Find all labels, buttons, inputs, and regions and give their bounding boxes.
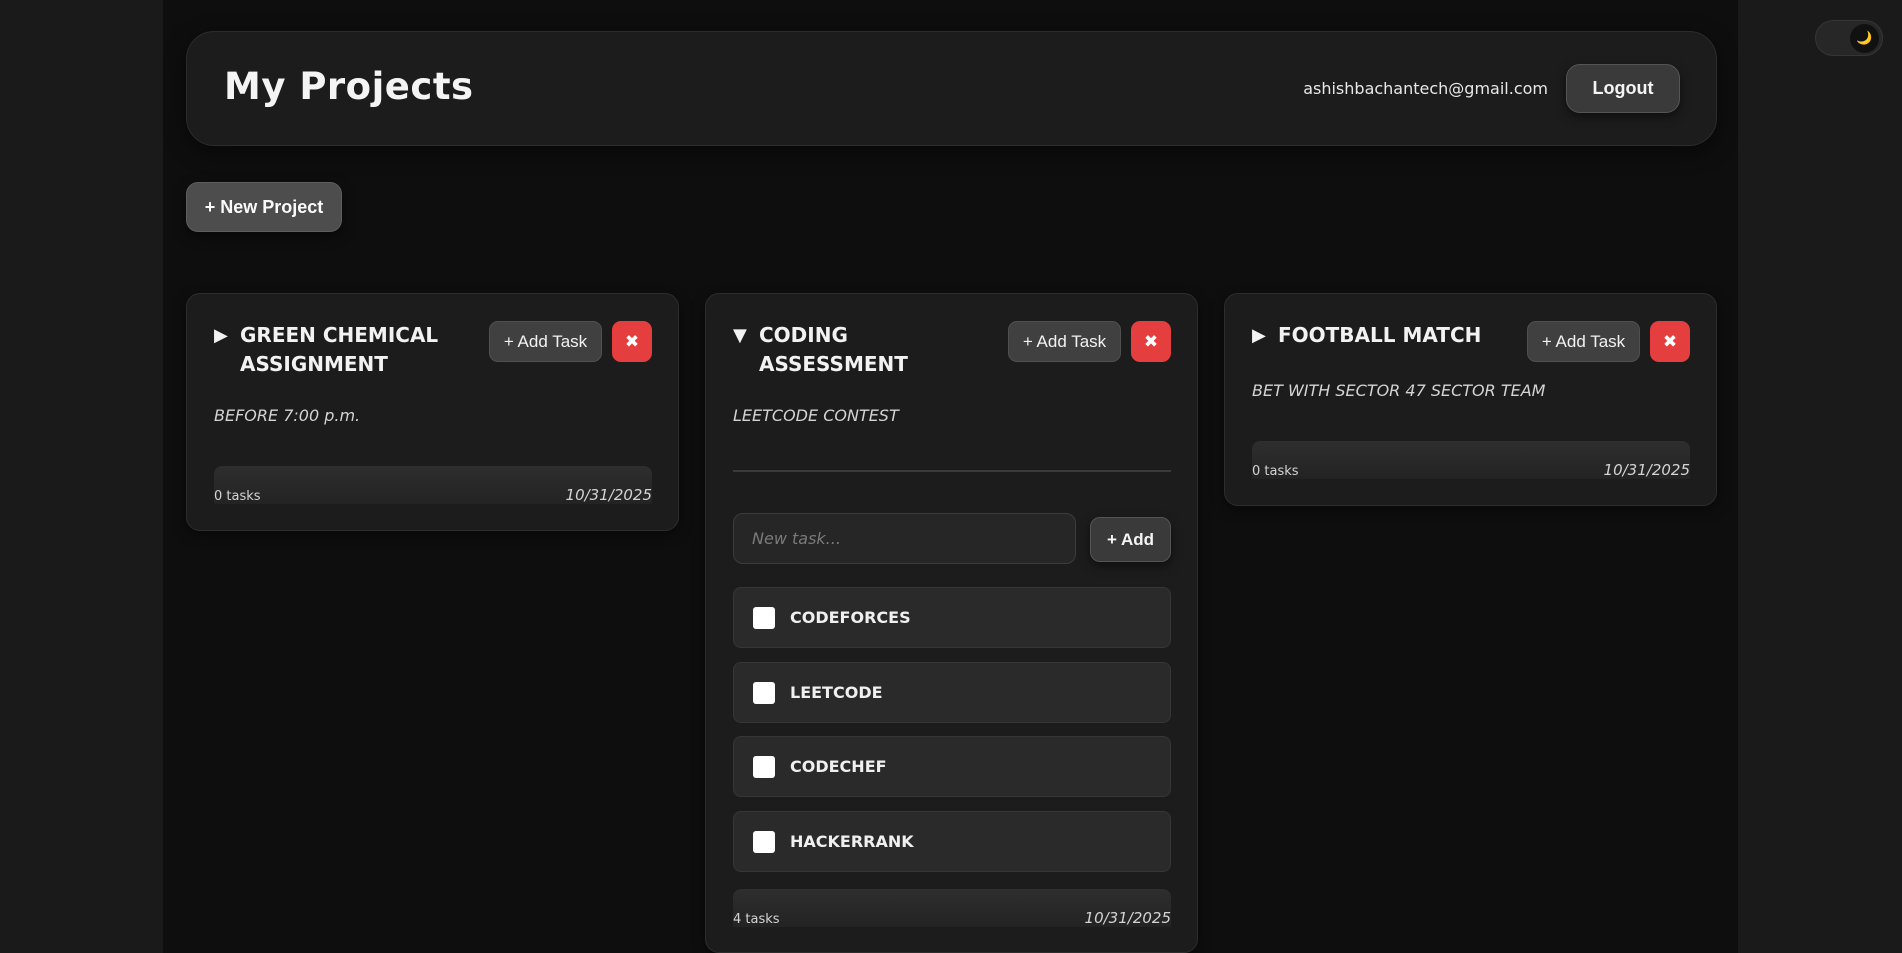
page-title: My Projects	[224, 65, 474, 108]
header-bar: My Projects ashishbachantech@gmail.com L…	[186, 31, 1717, 146]
project-title: CODING ASSESSMENT	[759, 323, 908, 376]
add-task-button[interactable]: + Add Task	[1527, 321, 1640, 362]
task-label: CODECHEF	[790, 757, 887, 776]
add-new-task-button[interactable]: + Add	[1090, 517, 1171, 562]
project-card-coding-assessment: ▼ CODING ASSESSMENT + Add Task ✖ LEETCOD…	[705, 293, 1198, 953]
task-item: HACKERRANK	[733, 811, 1171, 872]
delete-project-button[interactable]: ✖	[1131, 321, 1171, 362]
task-label: LEETCODE	[790, 683, 883, 702]
delete-project-button[interactable]: ✖	[612, 321, 652, 362]
user-email: ashishbachantech@gmail.com	[1303, 79, 1548, 98]
close-icon: ✖	[1662, 331, 1678, 352]
new-project-button[interactable]: + New Project	[186, 182, 342, 232]
project-footer: 4 tasks 10/31/2025	[733, 889, 1171, 927]
project-title: FOOTBALL MATCH	[1278, 323, 1482, 347]
project-date: 10/31/2025	[565, 486, 652, 504]
project-description: LEETCODE CONTEST	[733, 406, 899, 425]
project-date: 10/31/2025	[1084, 909, 1171, 927]
divider	[733, 470, 1171, 472]
task-count: 0 tasks	[214, 489, 261, 504]
app-container: My Projects ashishbachantech@gmail.com L…	[163, 0, 1738, 953]
task-checkbox[interactable]	[753, 830, 775, 853]
project-title-toggle[interactable]: ▶ GREEN CHEMICAL ASSIGNMENT	[214, 321, 474, 379]
task-checkbox[interactable]	[753, 681, 775, 704]
moon-icon: 🌙	[1850, 24, 1879, 53]
task-label: CODEFORCES	[790, 608, 911, 627]
project-title-toggle[interactable]: ▼ CODING ASSESSMENT	[733, 321, 993, 379]
close-icon: ✖	[1143, 331, 1159, 352]
task-item: CODEFORCES	[733, 587, 1171, 648]
caret-right-icon: ▶	[1252, 325, 1266, 346]
task-checkbox[interactable]	[753, 755, 775, 778]
logout-button[interactable]: Logout	[1566, 64, 1680, 113]
add-task-button[interactable]: + Add Task	[1008, 321, 1121, 362]
task-count: 4 tasks	[733, 912, 780, 927]
caret-right-icon: ▶	[214, 325, 228, 346]
task-label: HACKERRANK	[790, 832, 914, 851]
task-item: LEETCODE	[733, 662, 1171, 723]
caret-down-icon: ▼	[733, 325, 747, 346]
project-card-green-chemical: ▶ GREEN CHEMICAL ASSIGNMENT + Add Task ✖…	[186, 293, 679, 531]
delete-project-button[interactable]: ✖	[1650, 321, 1690, 362]
project-card-football-match: ▶ FOOTBALL MATCH + Add Task ✖ BET WITH S…	[1224, 293, 1717, 506]
project-date: 10/31/2025	[1603, 461, 1690, 479]
theme-toggle[interactable]: 🌙	[1815, 20, 1883, 56]
close-icon: ✖	[624, 331, 640, 352]
project-footer: 0 tasks 10/31/2025	[1252, 441, 1690, 479]
project-description: BEFORE 7:00 p.m.	[214, 406, 361, 425]
task-count: 0 tasks	[1252, 464, 1299, 479]
project-title: GREEN CHEMICAL ASSIGNMENT	[240, 323, 439, 376]
project-title-toggle[interactable]: ▶ FOOTBALL MATCH	[1252, 321, 1512, 350]
project-footer: 0 tasks 10/31/2025	[214, 466, 652, 504]
add-task-button[interactable]: + Add Task	[489, 321, 602, 362]
project-description: BET WITH SECTOR 47 SECTOR TEAM	[1252, 381, 1546, 400]
task-item: CODECHEF	[733, 736, 1171, 797]
new-task-input[interactable]	[733, 513, 1076, 564]
task-checkbox[interactable]	[753, 606, 775, 629]
